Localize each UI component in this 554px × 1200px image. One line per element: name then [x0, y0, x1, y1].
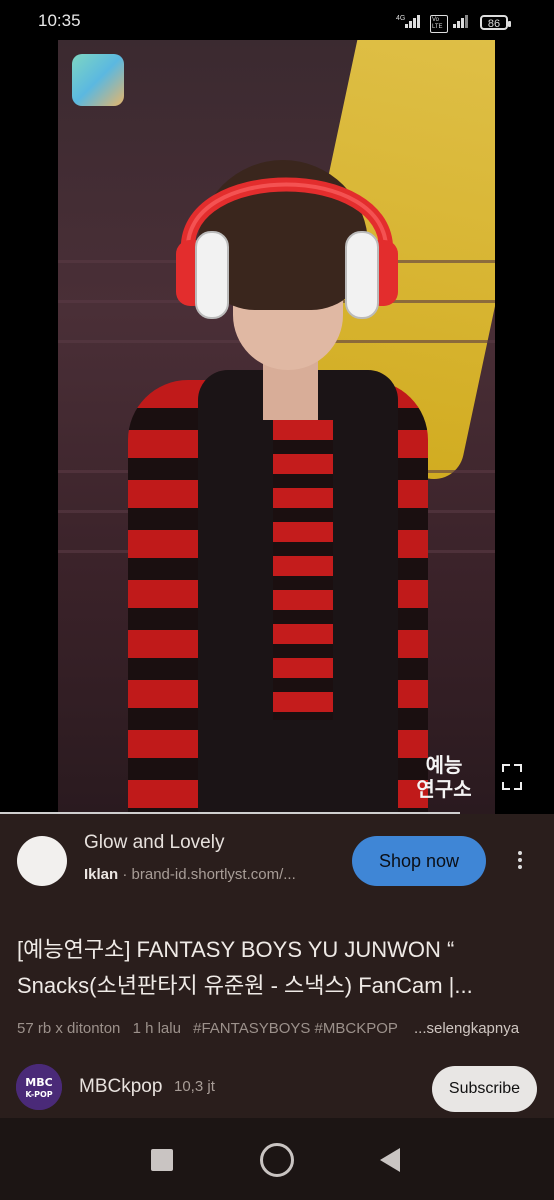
- svg-text:K-POP: K-POP: [25, 1090, 52, 1099]
- svg-text:연구소: 연구소: [416, 777, 471, 801]
- ad-subtitle: Iklan · brand-id.shortlyst.com/...: [84, 866, 296, 883]
- subscriber-count: 10,3 jt: [174, 1078, 215, 1095]
- fullscreen-icon[interactable]: [502, 764, 522, 790]
- ad-banner[interactable]: Glow and Lovely Iklan · brand-id.shortly…: [0, 814, 554, 910]
- view-count: 57 rb x ditonton: [17, 1020, 121, 1037]
- ad-url[interactable]: brand-id.shortlyst.com/...: [132, 866, 296, 883]
- ad-title[interactable]: Glow and Lovely: [84, 832, 224, 854]
- signal-icon: [405, 15, 420, 28]
- volte-icon: Vo LTE: [430, 15, 448, 33]
- mbc-kpop-logo-icon: MBC K-POP: [16, 1064, 62, 1110]
- channel-name[interactable]: MBCkpop: [79, 1076, 162, 1098]
- video-info: [예능연구소] FANTASY BOYS YU JUNWON “ Snacks(…: [0, 910, 554, 1118]
- video-meta[interactable]: 57 rb x ditonton 1 h lalu #FANTASYBOYS #…: [17, 1020, 519, 1037]
- subscribe-button[interactable]: Subscribe: [432, 1066, 537, 1112]
- channel-avatar[interactable]: MBC K-POP: [16, 1064, 62, 1110]
- shop-now-button[interactable]: Shop now: [352, 836, 486, 886]
- recents-square-icon[interactable]: [151, 1149, 173, 1171]
- video-frame[interactable]: 예능 연구소: [58, 40, 495, 814]
- status-bar: 10:35 4G Vo LTE 86: [0, 0, 554, 40]
- battery-icon: 86: [480, 15, 511, 30]
- clock: 10:35: [38, 11, 81, 30]
- system-navigation-bar: [0, 1118, 554, 1200]
- ad-label: Iklan: [84, 866, 119, 883]
- yeneung-yeonguso-logo-icon: 예능 연구소: [416, 753, 471, 801]
- show-watermark: 예능 연구소: [404, 746, 484, 806]
- headphones-icon: [176, 177, 398, 319]
- svg-text:MBC: MBC: [25, 1076, 52, 1089]
- video-title[interactable]: [예능연구소] FANTASY BOYS YU JUNWON “ Snacks(…: [17, 932, 543, 1004]
- more-options-icon[interactable]: [510, 848, 530, 874]
- home-circle-icon[interactable]: [260, 1143, 294, 1177]
- show-logo-icon: [72, 54, 124, 106]
- signal-icon-2: [453, 15, 468, 28]
- hashtags[interactable]: #FANTASYBOYS #MBCKPOP: [193, 1020, 398, 1037]
- svg-text:예능: 예능: [426, 753, 463, 777]
- back-triangle-icon[interactable]: [380, 1148, 400, 1172]
- performer-shirt: [273, 420, 333, 720]
- upload-time: 1 h lalu: [132, 1020, 181, 1037]
- advertiser-logo[interactable]: [17, 836, 67, 886]
- show-more-link[interactable]: ...selengkapnya: [414, 1020, 519, 1037]
- video-player[interactable]: 예능 연구소: [0, 40, 554, 814]
